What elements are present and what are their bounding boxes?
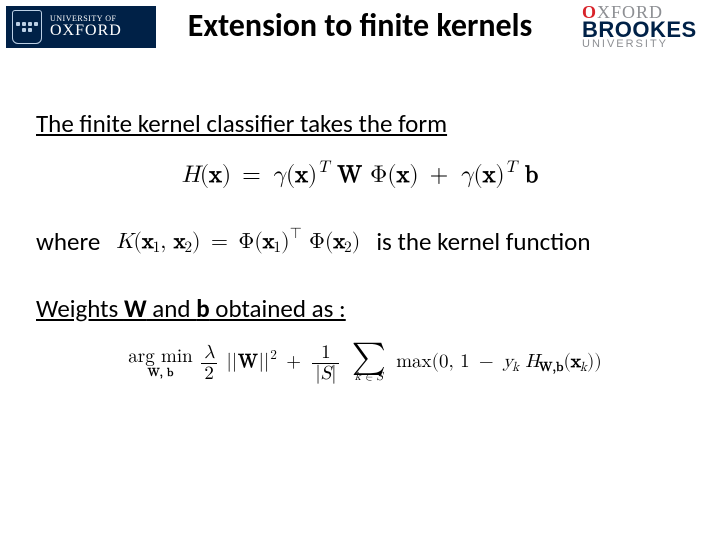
equation-classifier: H(x) = γ(x)T W Φ(x) + γ(x)T b bbox=[36, 161, 684, 190]
slide-body: The finite kernel classifier takes the f… bbox=[0, 108, 720, 384]
kernel-suffix: is the kernel function bbox=[376, 226, 590, 257]
equation-kernel: K(x1, x2) = Φ(x1)⊤ Φ(x2) bbox=[116, 229, 360, 255]
kernel-definition-row: where K(x1, x2) = Φ(x1)⊤ Φ(x2) is the ke… bbox=[36, 226, 684, 257]
weights-text: Weights W and b obtained as : bbox=[36, 293, 684, 324]
equation-objective: arg min W, b λ 2 W2 + 1 |S| ∑ k ∈ S max(… bbox=[36, 342, 684, 384]
header: UNIVERSITY OF OXFORD Extension to finite… bbox=[0, 0, 720, 60]
intro-text: The finite kernel classifier takes the f… bbox=[36, 108, 684, 139]
brookes-line2: BROOKES bbox=[582, 20, 712, 40]
brookes-logo: OXFORD BROOKES UNIVERSITY bbox=[582, 4, 712, 50]
slide: UNIVERSITY OF OXFORD Extension to finite… bbox=[0, 0, 720, 540]
where-label: where bbox=[36, 226, 100, 257]
